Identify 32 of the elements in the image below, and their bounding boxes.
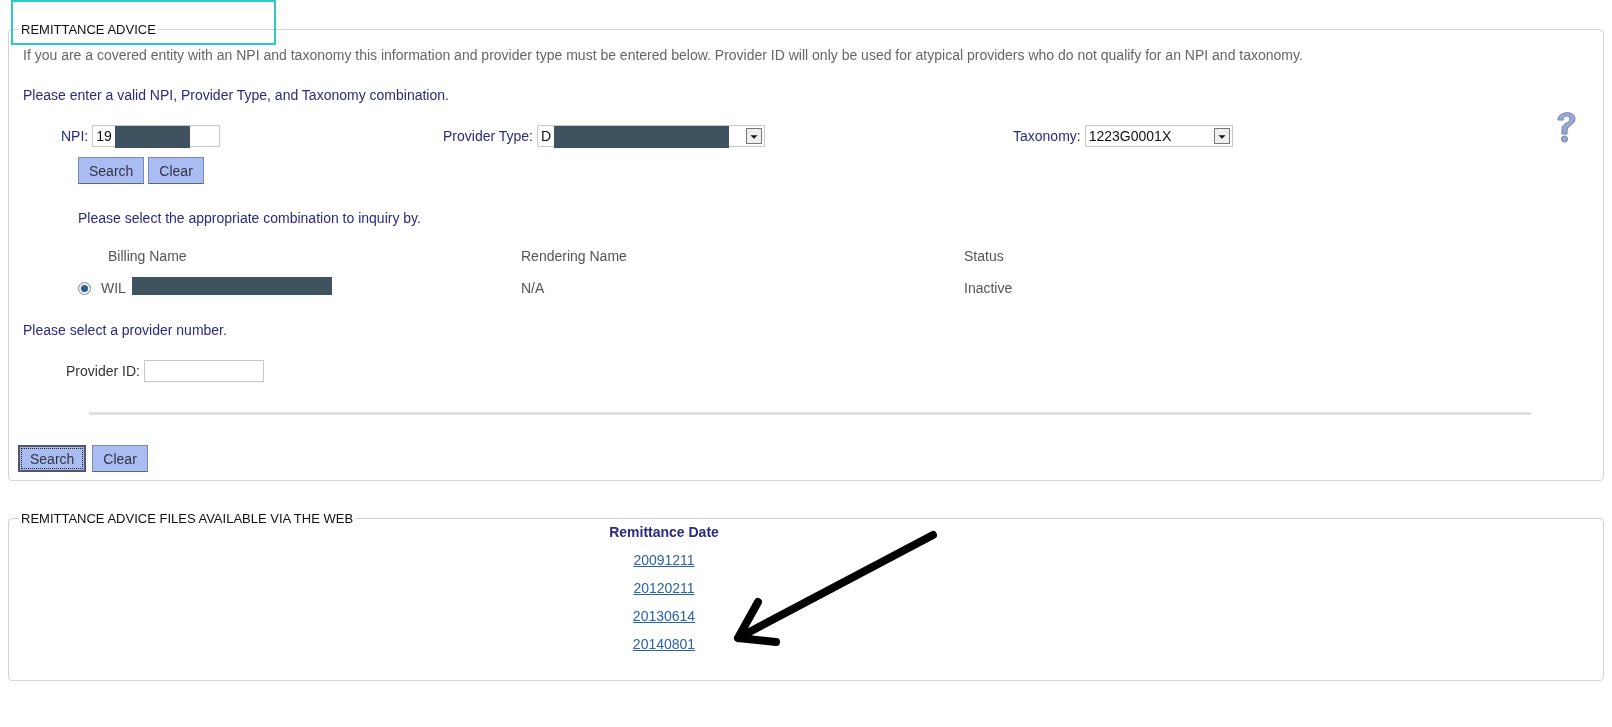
instruction-text: Please enter a valid NPI, Provider Type, and Taxonomy combination. [23,87,450,103]
caret-icon [1213,128,1230,144]
field-label: Provider ID: [66,363,140,379]
caret-icon [746,128,762,144]
input-field[interactable] [143,360,264,382]
radio-button[interactable] [78,281,91,295]
column-header: Rendering Name [521,248,628,264]
form-button[interactable]: Clear [92,445,148,472]
form-button[interactable]: Search [18,445,87,472]
table-cell: N/A [521,280,545,296]
form-button[interactable]: Search [78,157,145,184]
input-field[interactable]: 19 [92,125,221,147]
section-title: REMITTANCE ADVICE FILES AVAILABLE VIA THE WEB [20,511,355,526]
field-label: Provider Type: [443,128,533,144]
date-link[interactable]: 20140801 [632,636,696,652]
dropdown-field[interactable]: 1223G0001X [1084,125,1233,147]
table-cell: Inactive [964,280,1013,296]
date-link[interactable]: 20130614 [632,608,696,624]
field-label: Taxonomy: [1013,128,1081,144]
column-header: Status [964,248,1005,264]
dropdown-field[interactable]: D [537,125,765,147]
column-header: Billing Name [107,248,188,264]
prompt-text: Please select the appropriate combination to inquiry by. [78,210,422,226]
date-link[interactable]: 20120211 [633,580,695,596]
form-button[interactable]: Clear [148,157,204,184]
date-link[interactable]: 20091211 [633,552,695,568]
table-cell: WIL [101,280,126,296]
intro-text: If you are a covered entity with an NPI and taxonomy this information and provider type must be entered below. Provider ID will only be used for atypical providers who do not qualify for an NPI and taxonomy. [23,46,1304,65]
prompt-text: Please select a provider number. [23,322,228,338]
field-label: NPI: [61,128,89,144]
section-title: REMITTANCE ADVICE [19,22,158,37]
column-header: Remittance Date [609,524,719,540]
